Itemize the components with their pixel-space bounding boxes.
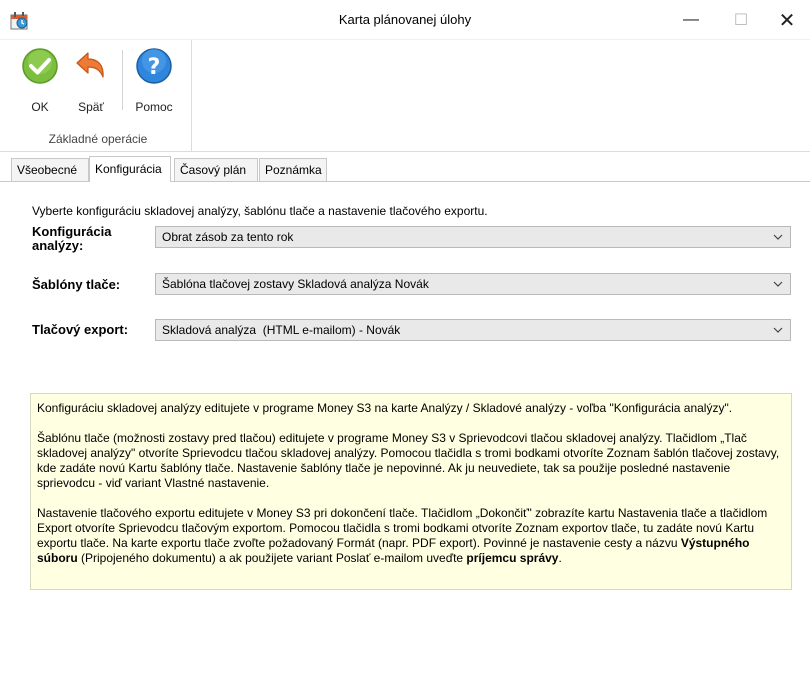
analyza-label-line1: Konfigurácia [32, 224, 112, 239]
sablony-label: Šablóny tlače: [32, 277, 121, 292]
help-button[interactable]: ? Pomoc [124, 46, 184, 118]
help-p3-text-a: Nastavenie tlačového exportu editujete v… [37, 506, 768, 550]
sablony-select[interactable]: Šablóna tlačovej zostavy Skladová analýz… [155, 273, 791, 295]
ribbon-separator [122, 50, 123, 110]
maximize-button[interactable]: ☐ [718, 0, 764, 40]
analyza-select-value: Obrat zásob za tento rok [162, 230, 294, 244]
help-p3-bold-recipient: príjemcu správy [466, 551, 559, 565]
minimize-icon: — [683, 11, 699, 28]
undo-arrow-icon [71, 46, 111, 89]
close-button[interactable]: ✕ [764, 0, 810, 40]
help-paragraph-1: Konfiguráciu skladovej analýzy editujete… [37, 401, 733, 415]
title-bar: Karta plánovanej úlohy — ☐ ✕ [0, 0, 810, 40]
check-icon [20, 46, 60, 89]
help-question-icon: ? [134, 46, 174, 89]
tab-vseobecne[interactable]: Všeobecné [11, 158, 89, 181]
chevron-down-icon [772, 227, 784, 247]
help-label: Pomoc [135, 100, 173, 114]
ribbon-group-label: Základné operácie [48, 132, 148, 146]
analyza-label: Konfigurácia analýzy: [32, 225, 111, 253]
back-button[interactable]: Späť [66, 46, 116, 118]
help-paragraph-3: Nastavenie tlačového exportu editujete v… [37, 506, 785, 566]
ok-label: OK [31, 100, 49, 114]
close-icon: ✕ [778, 9, 796, 32]
intro-text: Vyberte konfiguráciu skladovej analýzy, … [32, 204, 488, 218]
tab-konfiguracia[interactable]: Konfigurácia [89, 156, 171, 182]
help-p3-text-e: . [558, 551, 562, 565]
ribbon: OK Späť ? Pomoc Základné operácie [0, 40, 810, 152]
help-p3-text-c: (Pripojeného dokumentu) a ak použijete v… [77, 551, 467, 565]
tab-strip: Všeobecné Konfigurácia Časový plán Pozná… [0, 156, 810, 182]
maximize-icon: ☐ [733, 12, 749, 29]
export-select-value: Skladová analýza (HTML e-mailom) - Novák [162, 323, 401, 337]
ribbon-group-basic: OK Späť ? Pomoc Základné operácie [4, 40, 192, 152]
sablony-select-value: Šablóna tlačovej zostavy Skladová analýz… [162, 277, 429, 291]
help-box: Konfiguráciu skladovej analýzy editujete… [30, 393, 792, 590]
chevron-down-icon [772, 320, 784, 340]
analyza-select[interactable]: Obrat zásob za tento rok [155, 226, 791, 248]
tab-casovy-plan[interactable]: Časový plán [174, 158, 258, 181]
analyza-label-line2: analýzy: [32, 238, 84, 253]
export-label: Tlačový export: [32, 322, 129, 337]
chevron-down-icon [772, 274, 784, 294]
tab-poznamka[interactable]: Poznámka [259, 158, 327, 181]
ok-button[interactable]: OK [18, 46, 62, 118]
back-label: Späť [78, 100, 104, 114]
help-paragraph-2: Šablónu tlače (možnosti zostavy pred tla… [37, 431, 780, 490]
svg-text:?: ? [148, 55, 161, 80]
export-select[interactable]: Skladová analýza (HTML e-mailom) - Novák [155, 319, 791, 341]
minimize-button[interactable]: — [668, 0, 714, 40]
